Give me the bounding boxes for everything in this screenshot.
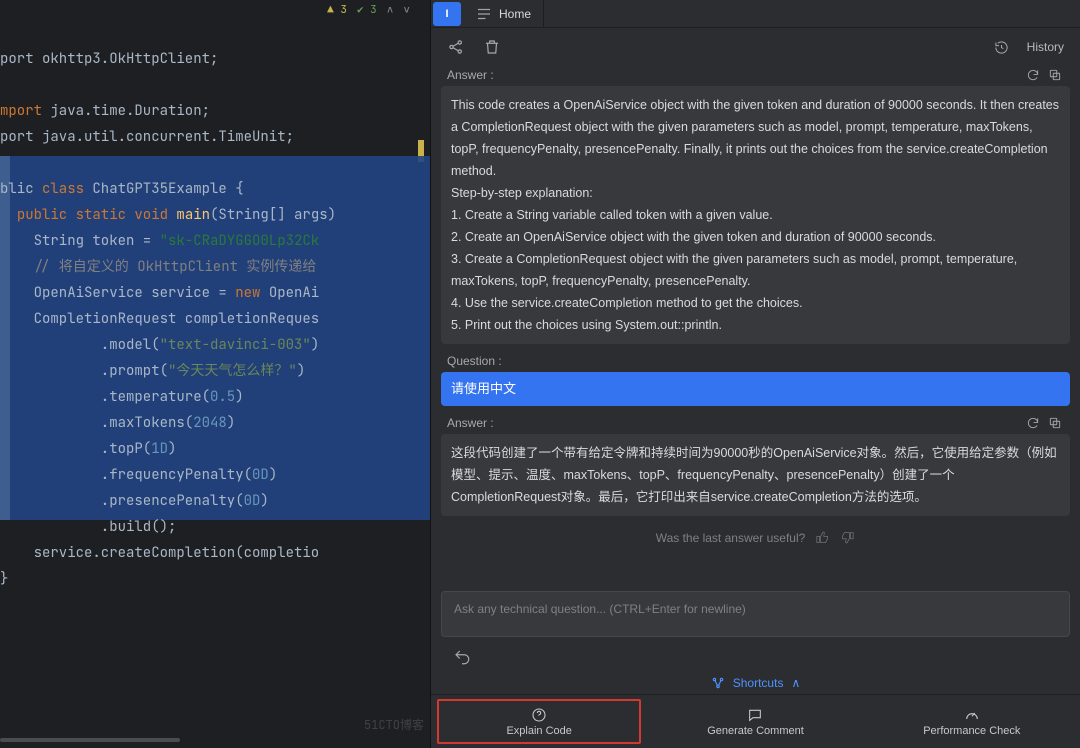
undo-icon[interactable] xyxy=(453,648,471,666)
thumbs-up-icon[interactable] xyxy=(815,530,830,545)
tab-home[interactable]: Home xyxy=(463,0,544,28)
answer-label-2: Answer : xyxy=(447,416,494,430)
tab-home-label: Home xyxy=(499,7,531,21)
code-editor[interactable]: ▲ 3 ✔ 3 ∧ ∨ port okhttp3.OkHttpClient; m… xyxy=(0,0,430,748)
answer-2: 这段代码创建了一个带有给定令牌和持续时间为90000秒的OpenAiServic… xyxy=(441,434,1070,516)
history-link[interactable]: History xyxy=(1027,40,1064,54)
code-content[interactable]: port okhttp3.OkHttpClient; mport java.ti… xyxy=(0,20,430,618)
question-1: 请使用中文 xyxy=(441,372,1070,406)
list-icon xyxy=(475,5,493,23)
refresh-icon[interactable] xyxy=(1026,68,1040,82)
shortcuts-toggle[interactable]: Shortcuts ∧ xyxy=(431,672,1080,694)
thumbs-down-icon[interactable] xyxy=(840,530,855,545)
ask-input[interactable] xyxy=(441,591,1070,637)
help-icon xyxy=(531,707,547,723)
share-icon[interactable] xyxy=(447,38,465,56)
chevron-up-icon: ∧ xyxy=(791,676,800,690)
question-label: Question : xyxy=(447,354,502,368)
app-tab-badge[interactable]: I xyxy=(433,2,461,26)
action-generate-comment[interactable]: Generate Comment xyxy=(647,695,863,748)
comment-icon xyxy=(747,707,763,723)
assistant-panel: I Home History Answer : This code create… xyxy=(430,0,1080,748)
inspection-bar: ▲ 3 ✔ 3 ∧ ∨ xyxy=(0,0,430,20)
copy-icon[interactable] xyxy=(1048,68,1062,82)
gauge-icon xyxy=(964,707,980,723)
copy-icon[interactable] xyxy=(1048,416,1062,430)
answer-label: Answer : xyxy=(447,68,494,82)
feedback-row: Was the last answer useful? xyxy=(441,524,1070,547)
editor-h-scrollbar[interactable] xyxy=(0,738,180,742)
action-performance-check[interactable]: Performance Check xyxy=(864,695,1080,748)
refresh-icon[interactable] xyxy=(1026,416,1040,430)
trash-icon[interactable] xyxy=(483,38,501,56)
shortcuts-icon xyxy=(711,676,725,690)
history-icon[interactable] xyxy=(994,40,1009,55)
action-explain-code[interactable]: Explain Code xyxy=(431,695,647,748)
watermark: 51CTO博客 xyxy=(364,712,424,738)
answer-1: This code creates a OpenAiService object… xyxy=(441,86,1070,344)
